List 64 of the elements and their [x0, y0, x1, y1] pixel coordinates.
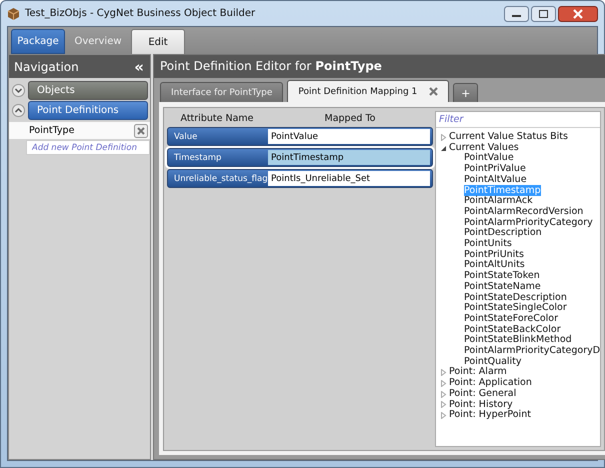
attribute-name: Value	[173, 132, 198, 142]
tree-item[interactable]: PointStateForeColor	[464, 312, 558, 324]
tree-item[interactable]: PointQuality	[464, 356, 522, 367]
collapsed-icon[interactable]	[440, 380, 447, 388]
collapsed-icon[interactable]	[440, 134, 447, 141]
collapse-panel-button[interactable]: «	[134, 58, 144, 76]
window-title: Test_BizObjs - CygNet Business Object Builder	[25, 8, 256, 19]
tree-item[interactable]: Point: HyperPoint	[449, 410, 531, 421]
close-icon[interactable]	[558, 6, 598, 22]
tree-item[interactable]: PointAlarmPriorityCategoryD	[464, 345, 600, 356]
tree-item[interactable]: Current Value Status Bits	[449, 132, 568, 143]
mapped-to-field[interactable]: PointValue	[268, 129, 430, 144]
editor-title: Point Definition Editor for PointType	[154, 55, 605, 78]
tree-item[interactable]: Point: Application	[449, 378, 532, 389]
tree-item[interactable]: PointStateToken	[464, 270, 540, 282]
maximize-icon[interactable]	[531, 6, 556, 22]
tree-item[interactable]: PointValue	[464, 152, 514, 164]
tree-item[interactable]: PointAlarmPriorityCategory	[464, 216, 593, 228]
nav-section-button[interactable]: Point Definitions	[28, 100, 148, 120]
nav-section-button[interactable]: Objects	[28, 80, 148, 100]
column-header: Mapped To	[324, 112, 376, 124]
tree-item[interactable]: PointAlarmAck	[464, 195, 533, 206]
collapsed-icon[interactable]	[440, 401, 447, 408]
tree-item[interactable]: PointStateSingleColor	[464, 302, 567, 314]
tree-item[interactable]: PointStateBackColor	[464, 324, 561, 335]
remove-icon[interactable]	[134, 124, 148, 138]
minimize-icon[interactable]	[504, 6, 529, 22]
tree-item[interactable]: Point: History	[449, 400, 513, 410]
collapsed-icon[interactable]	[440, 369, 447, 376]
tree-item[interactable]: PointAlarmRecordVersion	[464, 206, 584, 217]
tree-item[interactable]: Point: Alarm	[449, 367, 507, 378]
tree-item[interactable]: PointAltUnits	[464, 259, 525, 270]
tree-item[interactable]: Current Values	[449, 142, 519, 154]
attribute-name: Timestamp	[173, 152, 222, 162]
mapping-row[interactable]: Unreliable_status_flag PointIs_Unreliable_Set	[167, 169, 433, 188]
ribbon-tab[interactable]: Edit	[131, 29, 185, 54]
add-tab-button[interactable]: +	[453, 83, 478, 102]
mapped-to-field[interactable]: PointTimestamp	[268, 150, 430, 165]
collapsed-icon[interactable]	[440, 390, 447, 398]
collapse-icon[interactable]	[12, 104, 25, 116]
close-tab-icon[interactable]	[429, 87, 438, 96]
column-header: Attribute Name	[180, 112, 254, 124]
editor-tab[interactable]: Interface for PointType	[160, 82, 284, 102]
tree-item[interactable]: PointStateBlinkMethod	[464, 334, 572, 346]
app-icon	[7, 7, 20, 20]
tree-item[interactable]: PointUnits	[464, 238, 512, 250]
mapping-row[interactable]: Value PointValue	[167, 127, 433, 146]
tree-item[interactable]: PointDescription	[464, 227, 542, 238]
panel-title: Navigation	[14, 60, 79, 74]
filter-field[interactable]: Filter	[436, 112, 600, 128]
tree-item[interactable]: Point: General	[449, 388, 516, 400]
package-button[interactable]: Package	[11, 29, 65, 54]
expanded-icon[interactable]	[440, 144, 447, 152]
editor-tab[interactable]: Point Definition Mapping 1	[287, 80, 450, 102]
attribute-name: Unreliable_status_flag	[173, 174, 268, 184]
tree-item[interactable]: PointPriValue	[464, 163, 526, 174]
tree-item[interactable]: PointPriUnits	[464, 248, 524, 260]
mapping-row[interactable]: Timestamp PointTimestamp	[167, 148, 433, 167]
tree-item[interactable]: PointStateDescription	[464, 292, 567, 303]
tree-item[interactable]: PointAltValue	[464, 174, 527, 185]
expand-icon[interactable]	[12, 84, 25, 96]
mapped-to-field[interactable]: PointIs_Unreliable_Set	[268, 171, 430, 186]
collapsed-icon[interactable]	[440, 412, 447, 420]
tree-item[interactable]: PointStateName	[464, 280, 541, 292]
